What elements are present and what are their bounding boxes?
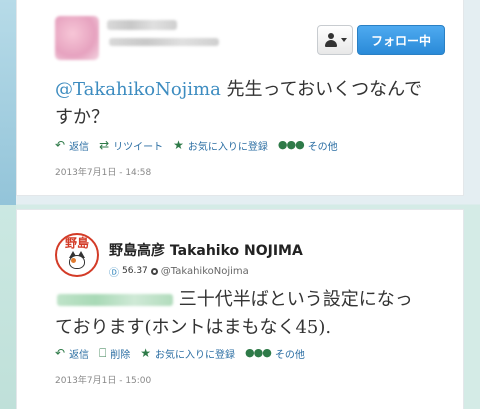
user-meta: Ⓓ 56.37 @TakahikoNojima: [109, 264, 249, 279]
retweet-action[interactable]: ⇄ リツイート: [99, 138, 163, 153]
reply-action[interactable]: ↶ 返信: [55, 138, 89, 153]
tweet-text: @TakahikoNojima 先生っておいくつなんで すか？: [55, 76, 445, 132]
tweet-text-line1: 先生っておいくつなんで: [220, 79, 423, 100]
reply-icon: ↶: [55, 138, 66, 152]
background-strip-top: [0, 0, 16, 205]
display-name[interactable]: 野島高彦 Takahiko NOJIMA: [109, 240, 303, 260]
caret-down-icon: [340, 38, 347, 42]
user-icon: [324, 33, 338, 47]
tweet-card-reply: 野島 野島高彦 Takahiko NOJIMA Ⓓ 56.37 @Takahik…: [16, 209, 464, 409]
more-dots-icon: ●●●: [277, 138, 305, 151]
tweet-timestamp[interactable]: 2013年7月1日 - 14:58: [55, 165, 151, 178]
klout-icon: Ⓓ: [109, 267, 119, 279]
tweet-card-question: フォロー中 @TakahikoNojima 先生っておいくつなんで すか？ ↶ …: [16, 0, 464, 196]
trash-icon: ⎕: [99, 346, 107, 360]
following-button[interactable]: フォロー中: [357, 25, 445, 55]
more-label: その他: [307, 141, 338, 153]
delete-label: 削除: [110, 349, 131, 361]
cat-icon: [66, 251, 88, 271]
mention-link[interactable]: @TakahikoNojima: [55, 79, 221, 100]
favorite-label: お気に入りに登録: [155, 349, 236, 361]
reply-label: 返信: [69, 349, 90, 361]
klout-score: 56.37: [122, 266, 148, 276]
favorite-action[interactable]: ★ お気に入りに登録: [173, 138, 268, 153]
blurred-username: [107, 20, 177, 30]
reply-action[interactable]: ↶ 返信: [55, 346, 89, 361]
favorite-action[interactable]: ★ お気に入りに登録: [140, 346, 235, 361]
retweet-icon: ⇄: [99, 138, 110, 152]
favorite-label: お気に入りに登録: [187, 141, 268, 153]
reply-label: 返信: [69, 141, 90, 153]
background-strip-bottom: [0, 205, 16, 409]
more-action[interactable]: ●●● その他: [278, 138, 338, 153]
tweet-timestamp[interactable]: 2013年7月1日 - 15:00: [55, 373, 151, 386]
more-action[interactable]: ●●● その他: [245, 346, 305, 361]
delete-action[interactable]: ⎕ 削除: [99, 346, 130, 361]
retweet-label: リツイート: [113, 141, 164, 153]
blurred-avatar[interactable]: [55, 16, 99, 60]
more-dots-icon: ●●●: [245, 346, 272, 359]
settings-icon: [150, 267, 158, 275]
tweet-actions: ↶ 返信 ⇄ リツイート ★ お気に入りに登録 ●●● その他: [55, 137, 338, 153]
blurred-handle: [109, 38, 219, 46]
user-handle[interactable]: @TakahikoNojima: [161, 266, 249, 277]
tweet-actions: ↶ 返信 ⎕ 削除 ★ お気に入りに登録 ●●● その他: [55, 345, 305, 361]
reply-icon: ↶: [55, 346, 66, 360]
tweet-text-line2: すか？: [55, 107, 109, 128]
avatar[interactable]: 野島: [55, 233, 99, 277]
avatar-text: 野島: [64, 236, 89, 250]
star-icon: ★: [140, 346, 152, 360]
more-label: その他: [274, 349, 305, 361]
tweet-text-line2: ております(ホントはまもなく45).: [55, 317, 332, 338]
user-actions-button[interactable]: [317, 25, 353, 55]
tweet-text: 三十代半ばという設定になっ ております(ホントはまもなく45).: [55, 286, 445, 342]
star-icon: ★: [173, 138, 184, 152]
tweet-text-line1: 三十代半ばという設定になっ: [173, 289, 413, 310]
